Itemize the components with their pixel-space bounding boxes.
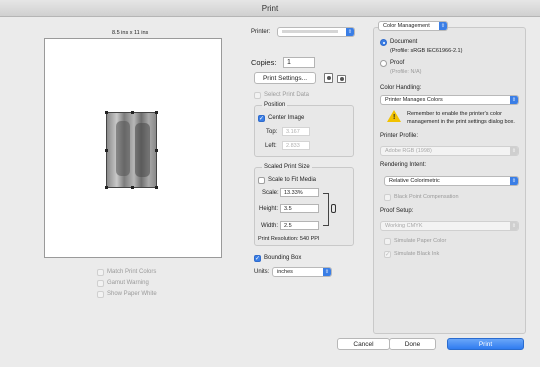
window-title: Print — [0, 0, 540, 17]
document-profile-text: (Profile: sRGB IEC61966-2.1) — [390, 48, 463, 54]
chain-link-icon[interactable] — [331, 204, 336, 213]
printer-profile-value: Adobe RGB (1998) — [385, 148, 432, 154]
units-select[interactable]: inches ⇳ — [272, 267, 332, 277]
top-input[interactable]: 3.167 — [282, 127, 310, 136]
black-point-label: Black Point Compensation — [394, 194, 459, 200]
select-print-data-label: Select Print Data — [264, 92, 310, 98]
chevron-updown-icon: ⇳ — [323, 268, 331, 276]
page-preview — [44, 38, 222, 258]
gamut-warning-label: Gamut Warning — [107, 280, 149, 286]
page-size-label: 8.5 ins x 11 ins — [112, 30, 149, 36]
printer-profile-select[interactable]: Adobe RGB (1998) ⇳ — [380, 146, 519, 156]
proof-setup-label: Proof Setup: — [380, 208, 414, 214]
image-preview[interactable] — [105, 111, 158, 189]
scale-to-fit-label: Scale to Fit Media — [268, 177, 317, 183]
proof-label: Proof — [390, 60, 405, 66]
landscape-orientation-icon[interactable] — [337, 75, 346, 83]
select-print-data-checkbox[interactable] — [254, 92, 261, 99]
printer-label: Printer: — [251, 29, 271, 35]
rendering-intent-label: Rendering Intent: — [380, 162, 427, 168]
show-paper-white-label: Show Paper White — [107, 291, 157, 297]
print-settings-button[interactable]: Print Settings... — [254, 72, 316, 84]
print-button[interactable]: Print — [447, 338, 524, 350]
figure-left — [116, 121, 130, 176]
cancel-button[interactable]: Cancel — [337, 338, 390, 350]
width-input[interactable]: 2.5 — [280, 221, 319, 230]
show-paper-white-checkbox[interactable] — [97, 291, 104, 298]
proof-setup-value: Working CMYK — [385, 223, 423, 229]
position-title: Position — [262, 102, 288, 108]
scale-label: Scale: — [262, 190, 279, 196]
simulate-black-checkbox[interactable]: ✓ — [384, 251, 391, 258]
height-input[interactable]: 3.5 — [280, 204, 319, 213]
chevron-updown-icon: ⇳ — [510, 222, 518, 230]
gamut-warning-checkbox[interactable] — [97, 280, 104, 287]
simulate-paper-checkbox[interactable] — [384, 238, 391, 245]
simulate-black-label: Simulate Black Ink — [394, 251, 440, 257]
left-input[interactable]: 2.833 — [282, 141, 310, 150]
scale-input[interactable]: 13.33% — [280, 188, 319, 197]
copies-input[interactable]: 1 — [283, 57, 315, 68]
proof-radio[interactable] — [380, 60, 387, 67]
rendering-intent-select[interactable]: Relative Colorimetric ⇳ — [384, 176, 519, 186]
color-management-select[interactable]: Color Management ⇳ — [378, 21, 448, 31]
printer-select[interactable]: ⇳ — [277, 27, 355, 37]
color-handling-label: Color Handling: — [380, 85, 422, 91]
top-label: Top: — [266, 129, 278, 135]
proof-profile-text: (Profile: N/A) — [390, 69, 422, 75]
rendering-intent-value: Relative Colorimetric — [389, 178, 440, 184]
match-print-colors-label: Match Print Colors — [107, 269, 157, 275]
portrait-orientation-icon[interactable] — [324, 73, 333, 83]
bounding-box-checkbox[interactable]: ✓ — [254, 255, 261, 262]
match-print-colors-checkbox[interactable] — [97, 269, 104, 276]
color-management-value: Color Management — [383, 23, 430, 29]
chevron-updown-icon: ⇳ — [510, 177, 518, 185]
color-handling-value: Printer Manages Colors — [385, 97, 443, 103]
copies-label: Copies: — [251, 58, 277, 67]
bounding-box-label: Bounding Box — [264, 255, 302, 261]
document-radio[interactable] — [380, 39, 387, 46]
scale-to-fit-checkbox[interactable] — [258, 177, 265, 184]
left-label: Left: — [265, 143, 277, 149]
chevron-updown-icon: ⇳ — [510, 96, 518, 104]
units-value: inches — [277, 269, 293, 275]
color-management-warning: Remember to enable the printer's color m… — [407, 111, 515, 125]
figure-right — [135, 123, 150, 177]
center-image-checkbox[interactable]: ✓ — [258, 115, 265, 122]
color-handling-select[interactable]: Printer Manages Colors ⇳ — [380, 95, 519, 105]
print-dialog: Print 8.5 ins x 11 ins Match Print Color… — [0, 0, 540, 367]
chevron-updown-icon: ⇳ — [346, 28, 354, 36]
height-label: Height: — [259, 206, 279, 212]
print-resolution-text: Print Resolution: 540 PPI — [258, 236, 320, 242]
chevron-updown-icon: ⇳ — [439, 22, 447, 30]
document-label: Document — [390, 39, 418, 45]
scaled-print-size-title: Scaled Print Size — [262, 164, 312, 170]
printer-profile-label: Printer Profile: — [380, 133, 419, 139]
center-image-label: Center Image — [268, 115, 305, 121]
chevron-updown-icon: ⇳ — [510, 147, 518, 155]
units-label: Units: — [254, 269, 270, 275]
done-button[interactable]: Done — [389, 338, 436, 350]
proof-setup-select[interactable]: Working CMYK ⇳ — [380, 221, 519, 231]
aspect-bracket — [323, 193, 329, 226]
black-point-checkbox[interactable] — [384, 194, 391, 201]
simulate-paper-label: Simulate Paper Color — [394, 238, 447, 244]
width-label: Width: — [261, 223, 279, 229]
